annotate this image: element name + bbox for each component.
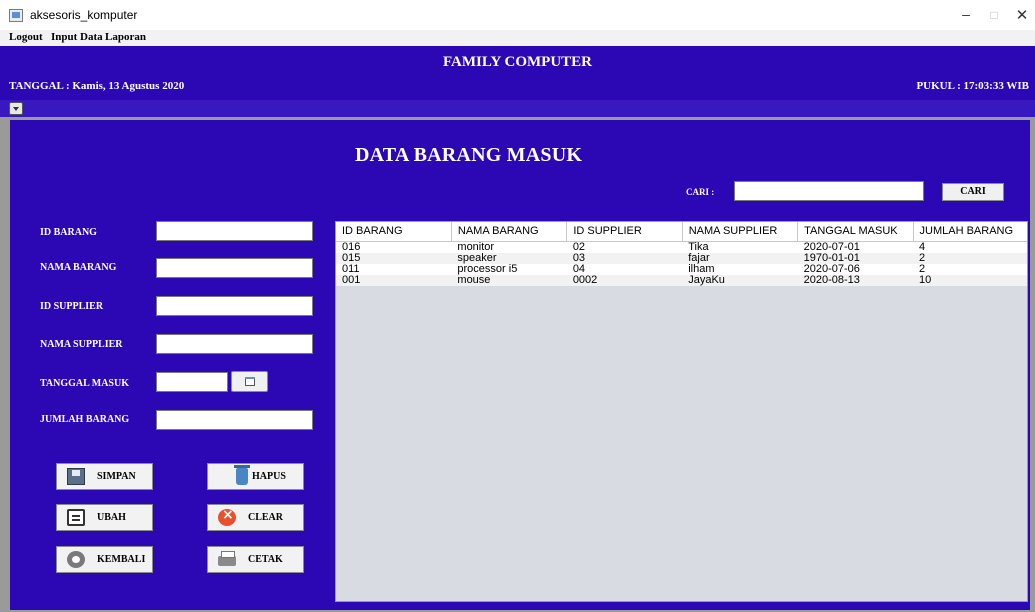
table-cell: 2020-08-13 xyxy=(797,274,914,286)
table-cell: 10 xyxy=(913,274,1027,286)
table-cell: 011 xyxy=(336,263,452,275)
tanggal-masuk-input[interactable] xyxy=(156,372,228,392)
collapse-toggle-icon[interactable] xyxy=(9,102,23,115)
table-cell: monitor xyxy=(451,241,567,253)
table-cell: 2020-07-01 xyxy=(797,241,914,253)
simpan-button[interactable]: SIMPAN xyxy=(56,463,153,490)
label-jumlah-barang: JUMLAH BARANG xyxy=(40,414,130,425)
cetak-button[interactable]: CETAK xyxy=(207,546,304,573)
table-cell: 02 xyxy=(566,241,683,253)
id-barang-input[interactable] xyxy=(156,221,313,241)
search-button[interactable]: CARI xyxy=(942,183,1004,201)
cetak-label: CETAK xyxy=(248,554,283,565)
kembali-label: KEMBALI xyxy=(97,554,146,565)
table-cell: speaker xyxy=(451,252,567,264)
back-icon xyxy=(67,551,85,568)
table-cell: mouse xyxy=(451,274,567,286)
table-row[interactable]: 016 monitor 02 Tika 2020-07-01 4 xyxy=(336,241,1027,253)
maximize-button[interactable]: □ xyxy=(984,8,1004,22)
close-button[interactable]: ✕ xyxy=(1012,6,1032,24)
clear-label: CLEAR xyxy=(248,512,284,523)
table-cell: 016 xyxy=(336,241,452,253)
table-cell: fajar xyxy=(682,252,798,264)
table-cell: Tika xyxy=(682,241,798,253)
table-cell: 2 xyxy=(913,252,1027,264)
label-id-supplier: ID SUPPLIER xyxy=(40,301,104,312)
time-display: PUKUL : 17:03:33 WIB xyxy=(916,80,1029,92)
table-cell: 0002 xyxy=(566,274,683,286)
menu-logout[interactable]: Logout xyxy=(9,31,43,43)
column-header[interactable]: ID BARANG xyxy=(336,222,452,242)
menu-laporan[interactable]: Laporan xyxy=(105,31,146,43)
menu-data[interactable]: Data xyxy=(80,31,103,43)
simpan-label: SIMPAN xyxy=(97,471,136,482)
save-icon xyxy=(67,468,85,485)
edit-icon xyxy=(67,509,85,526)
window-title: aksesoris_komputer xyxy=(30,8,138,22)
kembali-button[interactable]: KEMBALI xyxy=(56,546,153,573)
calendar-icon xyxy=(245,377,255,386)
table-row[interactable]: 015 speaker 03 fajar 1970-01-01 2 xyxy=(336,252,1027,264)
ubah-button[interactable]: UBAH xyxy=(56,504,153,531)
clear-icon xyxy=(218,507,236,526)
nama-supplier-input[interactable] xyxy=(156,334,313,354)
collapse-bar xyxy=(0,100,1035,117)
label-nama-barang: NAMA BARANG xyxy=(40,262,117,273)
app-header-title: FAMILY COMPUTER xyxy=(442,54,593,70)
table-cell: 015 xyxy=(336,252,452,264)
date-display: TANGGAL : Kamis, 13 Agustus 2020 xyxy=(9,80,185,92)
search-input[interactable] xyxy=(734,181,924,201)
jumlah-barang-input[interactable] xyxy=(156,410,313,430)
table-cell: 4 xyxy=(913,241,1027,253)
table-cell: 1970-01-01 xyxy=(797,252,914,264)
label-nama-supplier: NAMA SUPPLIER xyxy=(40,339,123,350)
ubah-label: UBAH xyxy=(97,512,126,523)
clear-button[interactable]: CLEAR xyxy=(207,504,304,531)
printer-icon xyxy=(218,551,236,566)
table-header-row: ID BARANG NAMA BARANG ID SUPPLIER NAMA S… xyxy=(336,222,1027,242)
table-cell: 2 xyxy=(913,263,1027,275)
column-header[interactable]: NAMA SUPPLIER xyxy=(682,222,799,242)
label-tanggal-masuk: TANGGAL MASUK xyxy=(40,378,129,389)
id-supplier-input[interactable] xyxy=(156,296,313,316)
column-header[interactable]: ID SUPPLIER xyxy=(566,222,683,242)
trash-icon xyxy=(234,465,250,485)
hapus-label: HAPUS xyxy=(252,471,286,482)
label-id-barang: ID BARANG xyxy=(40,227,97,238)
header-band: FAMILY COMPUTER TANGGAL : Kamis, 13 Agus… xyxy=(0,46,1035,100)
table-cell: processor i5 xyxy=(451,263,567,275)
table-cell: 001 xyxy=(336,274,452,286)
table-row[interactable]: 011 processor i5 04 ilham 2020-07-06 2 xyxy=(336,263,1027,275)
column-header[interactable]: NAMA BARANG xyxy=(451,222,568,242)
column-header[interactable]: TANGGAL MASUK xyxy=(797,222,914,242)
page-title: DATA BARANG MASUK xyxy=(355,144,583,166)
minimize-button[interactable]: – xyxy=(956,6,976,22)
window-titlebar: aksesoris_komputer – □ ✕ xyxy=(0,0,1035,30)
nama-barang-input[interactable] xyxy=(156,258,313,278)
menu-input[interactable]: Input xyxy=(51,31,77,43)
table-row[interactable]: 001 mouse 0002 JayaKu 2020-08-13 10 xyxy=(336,274,1027,286)
table-cell: JayaKu xyxy=(682,274,798,286)
barang-masuk-table[interactable]: ID BARANG NAMA BARANG ID SUPPLIER NAMA S… xyxy=(335,221,1028,602)
table-cell: 04 xyxy=(566,263,683,275)
date-picker-button[interactable] xyxy=(231,371,268,392)
table-cell: ilham xyxy=(682,263,798,275)
table-cell: 03 xyxy=(566,252,683,264)
column-header[interactable]: JUMLAH BARANG xyxy=(913,222,1027,242)
table-cell: 2020-07-06 xyxy=(797,263,914,275)
search-label: CARI : xyxy=(686,187,715,197)
hapus-button[interactable]: HAPUS xyxy=(207,463,304,490)
java-app-icon xyxy=(9,9,23,22)
menu-bar: Logout Input Data Laporan xyxy=(0,30,1035,46)
